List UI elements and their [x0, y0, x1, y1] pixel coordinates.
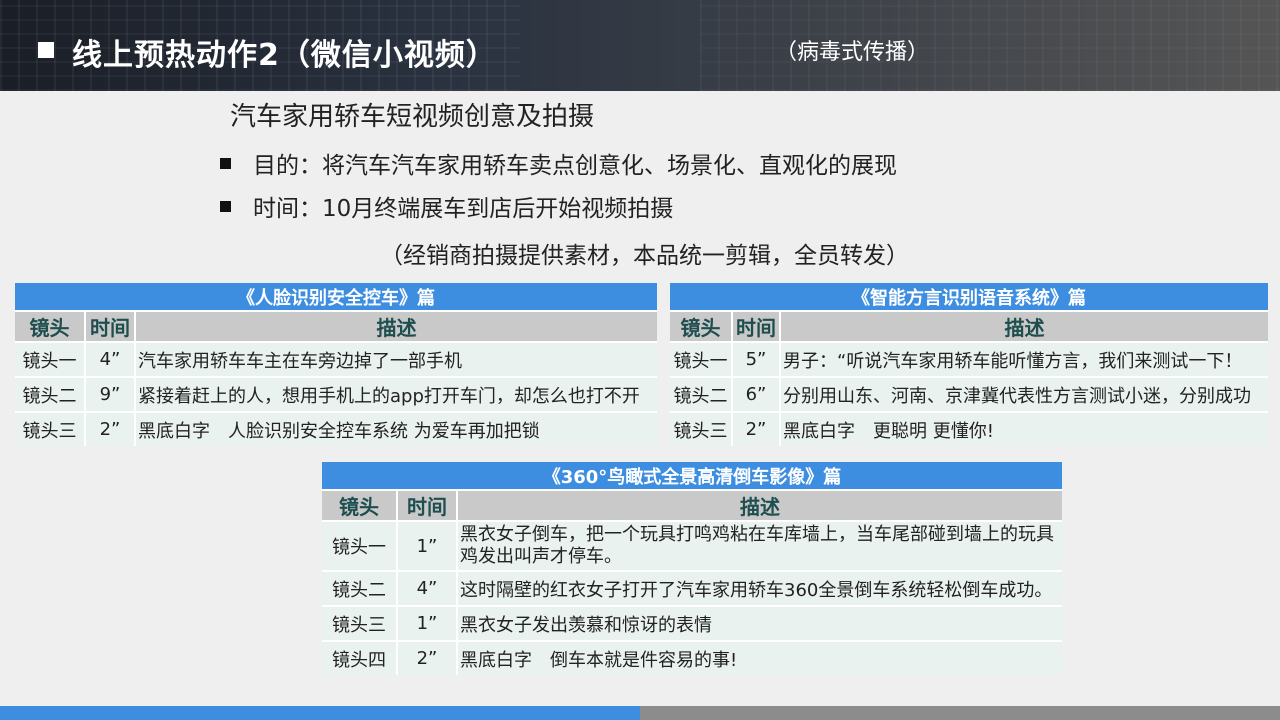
description-cell: 黑衣女子发出羡慕和惊讶的表情 — [457, 605, 1062, 641]
time-cell: 4” — [397, 570, 458, 606]
description-cell: 黑底白字 倒车本就是件容易的事! — [457, 640, 1062, 675]
column-header-time: 时间 — [397, 490, 458, 521]
shot-cell: 镜头二 — [322, 570, 398, 606]
description-cell: 黑底白字 人脸识别安全控车系统 为爱车再加把锁 — [135, 411, 657, 446]
table-row: 镜头四 2” 黑底白字 倒车本就是件容易的事! — [322, 640, 1062, 675]
time-cell: 9” — [85, 376, 136, 412]
table-row: 镜头二 4” 这时隔壁的红衣女子打开了汽车家用轿车360全景倒车系统轻松倒车成功… — [322, 570, 1062, 606]
title-square-bullet — [38, 42, 54, 58]
table-row: 镜头二 6” 分别用山东、河南、京津冀代表性方言测试小迷，分别成功 — [670, 376, 1268, 412]
time-cell: 1” — [397, 605, 458, 641]
footer-bar-gray — [640, 706, 1280, 720]
table-row: 镜头二 9” 紧接着赶上的人，想用手机上的app打开车门，却怎么也打不开 — [15, 376, 657, 412]
bullet-text: 目的：将汽车汽车家用轿车卖点创意化、场景化、直观化的展现 — [253, 153, 897, 179]
shot-cell: 镜头二 — [670, 376, 733, 412]
table-row: 镜头三 2” 黑底白字 人脸识别安全控车系统 为爱车再加把锁 — [15, 411, 657, 446]
time-cell: 5” — [732, 341, 781, 377]
square-bullet-icon — [220, 200, 231, 212]
slide-header: 线上预热动作2（微信小视频） （病毒式传播） — [0, 0, 1280, 91]
shot-cell: 镜头一 — [670, 341, 733, 377]
time-cell: 6” — [732, 376, 781, 412]
column-header-time: 时间 — [732, 311, 781, 342]
shot-cell: 镜头一 — [322, 520, 398, 571]
square-bullet-icon — [220, 157, 231, 169]
table-row: 镜头一 5” 男子：“听说汽车家用轿车能听懂方言，我们来测试一下！ — [670, 341, 1268, 377]
storyboard-table-face-recognition: 《人脸识别安全控车》篇 镜头 时间 描述 镜头一 4” 汽车家用轿车车主在车旁边… — [15, 283, 657, 446]
storyboard-table-360-parking: 《360°鸟瞰式全景高清倒车影像》篇 镜头 时间 描述 镜头一 1” 黑衣女子倒… — [322, 462, 1062, 675]
note-text: （经销商拍摄提供素材，本品统一剪辑，全员转发） — [380, 243, 909, 269]
time-cell: 2” — [85, 411, 136, 446]
slide-title: 线上预热动作2（微信小视频） — [72, 38, 497, 73]
description-cell: 男子：“听说汽车家用轿车能听懂方言，我们来测试一下！ — [780, 341, 1268, 377]
table-caption: 《360°鸟瞰式全景高清倒车影像》篇 — [322, 462, 1062, 491]
shot-cell: 镜头三 — [322, 605, 398, 641]
time-cell: 2” — [732, 411, 781, 446]
bullet-text: 时间：10月终端展车到店后开始视频拍摄 — [253, 196, 674, 222]
description-cell: 这时隔壁的红衣女子打开了汽车家用轿车360全景倒车系统轻松倒车成功。 — [457, 570, 1062, 606]
column-header-description: 描述 — [135, 311, 657, 342]
shot-cell: 镜头二 — [15, 376, 86, 412]
column-header-shot: 镜头 — [322, 490, 398, 521]
shot-cell: 镜头一 — [15, 341, 86, 377]
table-row: 镜头三 2” 黑底白字 更聪明 更懂你! — [670, 411, 1268, 446]
column-header-shot: 镜头 — [670, 311, 733, 342]
table-row: 镜头一 4” 汽车家用轿车车主在车旁边掉了一部手机 — [15, 341, 657, 377]
bullet-time: 时间：10月终端展车到店后开始视频拍摄 — [220, 189, 673, 223]
shot-cell: 镜头四 — [322, 640, 398, 675]
shot-cell: 镜头三 — [15, 411, 86, 446]
table-caption: 《智能方言识别语音系统》篇 — [670, 283, 1268, 312]
description-cell: 分别用山东、河南、京津冀代表性方言测试小迷，分别成功 — [780, 376, 1268, 412]
description-cell: 紧接着赶上的人，想用手机上的app打开车门，却怎么也打不开 — [135, 376, 657, 412]
description-cell: 汽车家用轿车车主在车旁边掉了一部手机 — [135, 341, 657, 377]
time-cell: 1” — [397, 520, 458, 571]
table-caption: 《人脸识别安全控车》篇 — [15, 283, 657, 312]
column-header-description: 描述 — [780, 311, 1268, 342]
time-cell: 2” — [397, 640, 458, 675]
time-cell: 4” — [85, 341, 136, 377]
description-cell: 黑衣女子倒车，把一个玩具打鸣鸡粘在车库墙上，当车尾部碰到墙上的玩具鸡发出叫声才停… — [457, 520, 1062, 571]
footer-bar-blue — [0, 706, 640, 720]
column-header-description: 描述 — [457, 490, 1062, 521]
storyboard-table-dialect-voice: 《智能方言识别语音系统》篇 镜头 时间 描述 镜头一 5” 男子：“听说汽车家用… — [670, 283, 1268, 446]
column-header-time: 时间 — [85, 311, 136, 342]
shot-cell: 镜头三 — [670, 411, 733, 446]
table-row: 镜头三 1” 黑衣女子发出羡慕和惊讶的表情 — [322, 605, 1062, 641]
bullet-purpose: 目的：将汽车汽车家用轿车卖点创意化、场景化、直观化的展现 — [220, 146, 897, 180]
slide-subtitle: （病毒式传播） — [775, 40, 930, 65]
section-heading: 汽车家用轿车短视频创意及拍摄 — [230, 102, 595, 132]
column-header-shot: 镜头 — [15, 311, 86, 342]
table-row: 镜头一 1” 黑衣女子倒车，把一个玩具打鸣鸡粘在车库墙上，当车尾部碰到墙上的玩具… — [322, 520, 1062, 571]
description-cell: 黑底白字 更聪明 更懂你! — [780, 411, 1268, 446]
